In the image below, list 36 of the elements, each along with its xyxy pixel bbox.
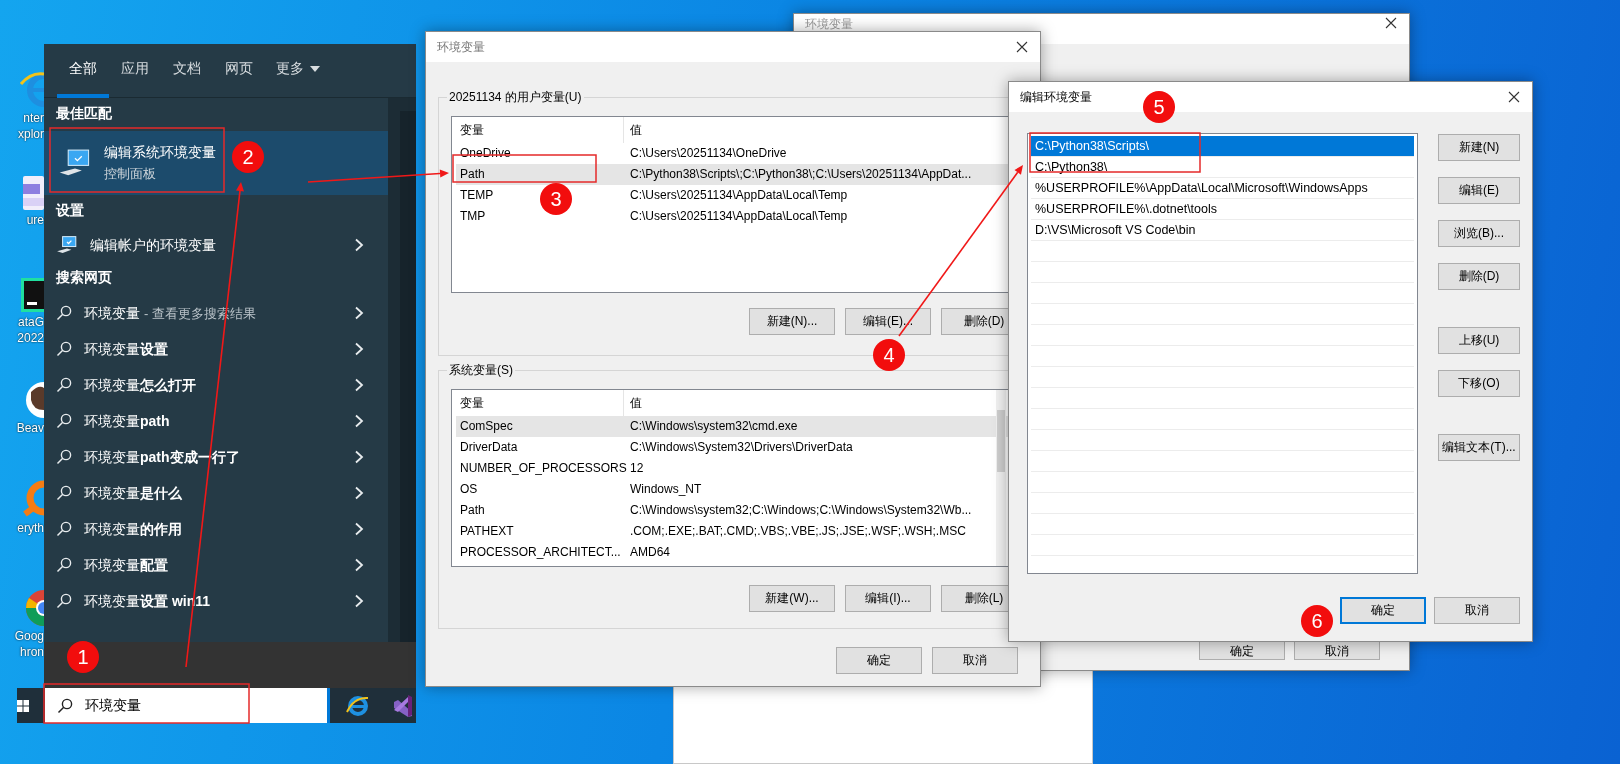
desktop-icon-label: ure [25,212,44,228]
table-cell: C:\Windows\system32;C:\Windows;C:\Windows\System32\Wb... [630,503,972,518]
desktop-icon-label: nter [22,110,44,126]
table-cell: Path [460,167,485,182]
table-cell: TMP [460,209,486,224]
table-cell: PATHEXT [460,524,514,539]
table-cell: C:\Users\20251134\AppData\Local\Temp [630,209,848,224]
table-cell: OS [460,482,478,497]
table-cell: AMD64 [630,545,670,560]
group-label: 20251134 的用户变量(U) [447,90,584,105]
table-cell: Windows_NT [630,482,702,497]
table-cell: PROCESSOR_ARCHITECT... [460,545,621,560]
desktop-icon-label: 2022 [16,330,44,346]
table-cell: Path [460,503,485,518]
window-title: 环境变量 [437,39,485,55]
table-cell: C:\Windows\System32\Drivers\DriverData [630,440,853,455]
table-cell: C:\Python38\Scripts\;C:\Python38\;C:\Users\20251134\AppDat... [630,167,972,182]
desktop-icon-label: hron [18,644,44,660]
group-label: 系统变量(S) [447,363,515,378]
table-cell: C:\Users\20251134\OneDrive [630,146,787,161]
table-cell: .COM;.EXE;.BAT;.CMD;.VBS;.VBE;.JS;.JSE;.WSF;.WSH;.MSC [630,524,966,539]
window-title: 编辑环境变量 [1020,89,1092,105]
table-cell: ComSpec [460,419,513,434]
desktop-icon-label: Beav [15,420,44,436]
table-cell: C:\Windows\system32\cmd.exe [630,419,798,434]
desktop-icon-label: eryth [16,520,44,536]
section-header: 最佳匹配 [55,105,113,124]
table-cell: 12 [630,461,644,476]
desktop-icon-label: ataG [17,314,44,330]
section-header: 搜索网页 [55,269,113,288]
table-cell: NUMBER_OF_PROCESSORS [460,461,627,476]
desktop-icon-label: Goog [13,628,44,644]
section-header: 设置 [54,202,85,221]
desktop-icon-label: xplor [17,126,44,142]
window-title: 环境变量 [805,17,853,32]
table-cell: DriverData [460,440,518,455]
